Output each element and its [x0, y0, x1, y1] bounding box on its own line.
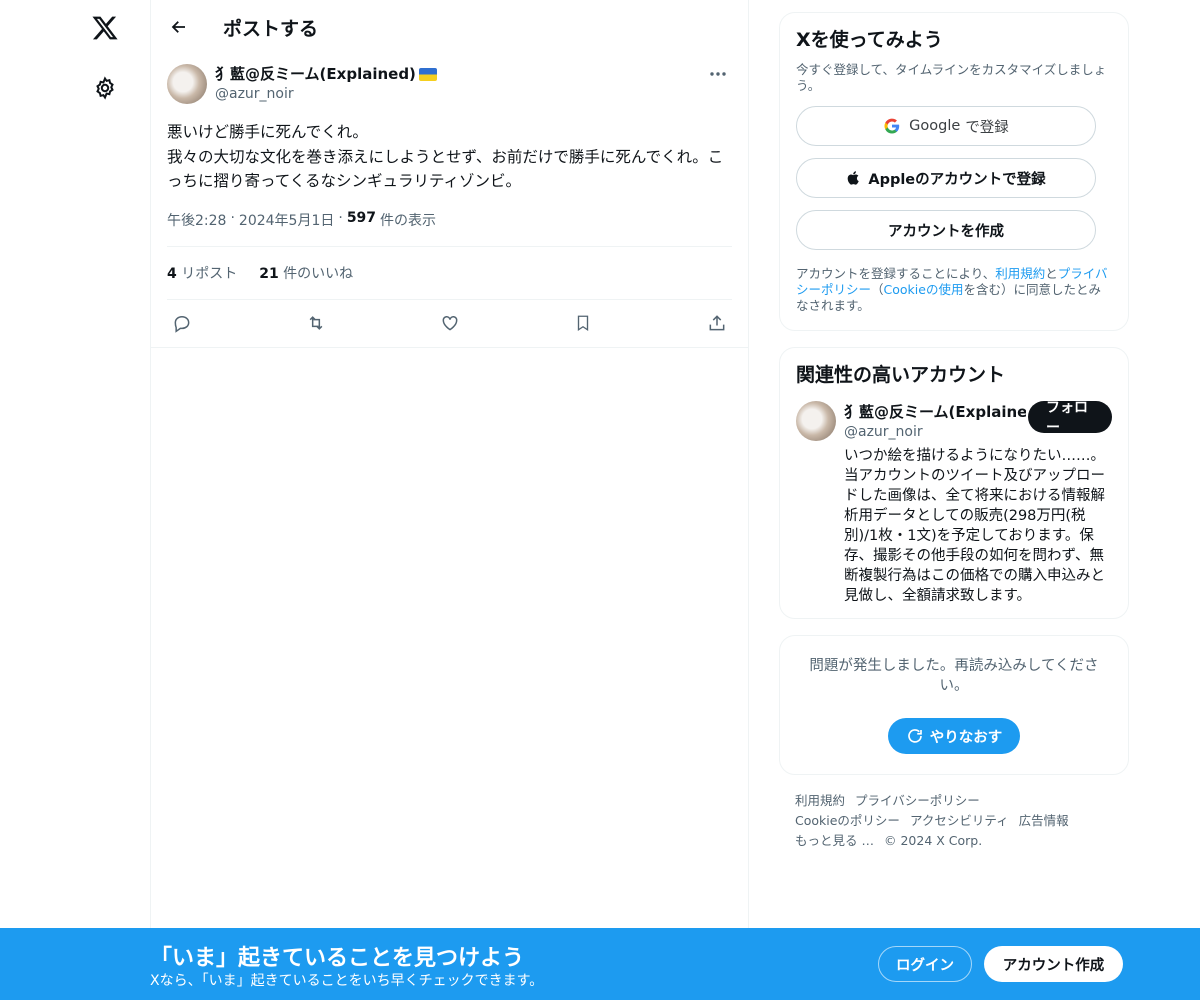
footer-links: 利用規約 プライバシーポリシー Cookieのポリシー アクセシビリティ 広告情報 も…	[779, 791, 1129, 851]
avatar[interactable]	[796, 401, 836, 441]
cookie-link[interactable]: Cookieの使用	[884, 282, 964, 297]
footer-link[interactable]: 利用規約	[795, 793, 845, 808]
post-stats: 4 リポスト 21 件のいいね	[167, 247, 732, 300]
post-date[interactable]: 2024年5月1日	[239, 210, 334, 230]
footer-link[interactable]: もっと見る …	[795, 833, 874, 848]
x-logo-icon[interactable]	[75, 0, 135, 56]
google-signup-button[interactable]: Google で登録	[796, 106, 1096, 146]
repost-icon[interactable]	[305, 312, 327, 334]
post: 犭藍@反ミーム(Explained) @azur_noir 悪いけど勝手に死んで…	[151, 54, 748, 348]
related-name[interactable]: 犭藍@反ミーム(Explained)	[844, 401, 1026, 422]
top-bar: ポストする	[151, 0, 748, 54]
avatar[interactable]	[167, 64, 207, 104]
follow-button[interactable]: フォロー	[1028, 400, 1112, 436]
terms-link[interactable]: 利用規約	[995, 266, 1045, 281]
post-actions	[167, 300, 732, 347]
ukraine-flag-icon	[418, 67, 437, 81]
page-title: ポストする	[223, 17, 319, 40]
signup-title: Xを使ってみよう	[796, 29, 943, 51]
bottom-banner: 「いま」起きていることを見つけよう Xなら、「いま」起きていることをいち早くチェ…	[0, 928, 1200, 1000]
related-accounts-card: 関連性の高いアカウント 犭藍@反ミーム(Explained) @azur_noi…	[779, 347, 1129, 619]
banner-title: 「いま」起きていることを見つけよう	[150, 946, 525, 971]
signup-subtitle: 今すぐ登録して、タイムラインをカスタマイズしましょう。	[796, 62, 1107, 93]
post-meta: 午後2:28 · 2024年5月1日 · 597 件の表示	[167, 210, 732, 247]
sidebar: Xを使ってみよう 今すぐ登録して、タイムラインをカスタマイズしましょう。 Goo…	[779, 12, 1129, 851]
apple-icon	[848, 171, 860, 185]
like-icon[interactable]	[439, 312, 461, 334]
related-handle[interactable]: @azur_noir	[844, 422, 1026, 442]
error-card: 問題が発生しました。再読み込みしてください。 やりなおす	[779, 635, 1129, 775]
banner-subtitle: Xなら、「いま」起きていることをいち早くチェックできます。	[150, 973, 544, 989]
error-message: 問題が発生しました。再読み込みしてください。	[809, 658, 1099, 694]
share-icon[interactable]	[706, 312, 728, 334]
footer-link[interactable]: Cookieのポリシー	[795, 813, 900, 828]
signup-card: Xを使ってみよう 今すぐ登録して、タイムラインをカスタマイズしましょう。 Goo…	[779, 12, 1129, 331]
google-icon	[884, 118, 900, 134]
bookmark-icon[interactable]	[572, 312, 594, 334]
retry-button[interactable]: やりなおす	[887, 718, 1021, 754]
copyright: © 2024 X Corp.	[883, 833, 983, 848]
footer-link[interactable]: プライバシーポリシー	[855, 793, 980, 808]
more-options-icon[interactable]	[704, 64, 732, 84]
likes-stat[interactable]: 21 件のいいね	[259, 263, 353, 283]
banner-signup-button[interactable]: アカウント作成	[984, 946, 1123, 982]
user-handle[interactable]: @azur_noir	[215, 84, 704, 104]
display-name[interactable]: 犭藍@反ミーム(Explained)	[215, 64, 704, 84]
signup-legal-text: アカウントを登録することにより、利用規約とプライバシーポリシー（Cookieの使…	[796, 266, 1108, 313]
post-author: 犭藍@反ミーム(Explained) @azur_noir	[167, 64, 732, 112]
apple-signup-button[interactable]: Appleのアカウントで登録	[796, 158, 1096, 198]
back-arrow-icon[interactable]	[167, 15, 191, 39]
create-account-button[interactable]: アカウントを作成	[796, 210, 1096, 250]
post-text: 悪いけど勝手に死んでくれ。 我々の大切な文化を巻き添えにしようとせず、お前だけで…	[167, 123, 724, 190]
views-count: 597	[346, 209, 377, 226]
reposts-stat[interactable]: 4 リポスト	[167, 263, 237, 283]
related-account[interactable]: 犭藍@反ミーム(Explained) @azur_noir フォロー	[796, 400, 1112, 442]
post-time[interactable]: 午後2:28	[167, 210, 226, 230]
refresh-icon	[907, 729, 922, 743]
views-label: 件の表示	[380, 212, 437, 229]
reply-icon[interactable]	[171, 312, 193, 334]
main-column: ポストする 犭藍@反ミーム(Explained) @azur_noir 悪いけど…	[150, 0, 749, 1000]
gear-icon[interactable]	[75, 60, 135, 116]
footer-link[interactable]: アクセシビリティ	[910, 813, 1009, 828]
related-bio: いつか絵を描けるようになりたい……。当アカウントのツイート及びアップロードした画…	[844, 448, 1105, 604]
left-nav	[75, 0, 135, 1000]
footer-link[interactable]: 広告情報	[1019, 813, 1069, 828]
related-title: 関連性の高いアカウント	[796, 364, 1006, 386]
login-button[interactable]: ログイン	[878, 946, 972, 982]
